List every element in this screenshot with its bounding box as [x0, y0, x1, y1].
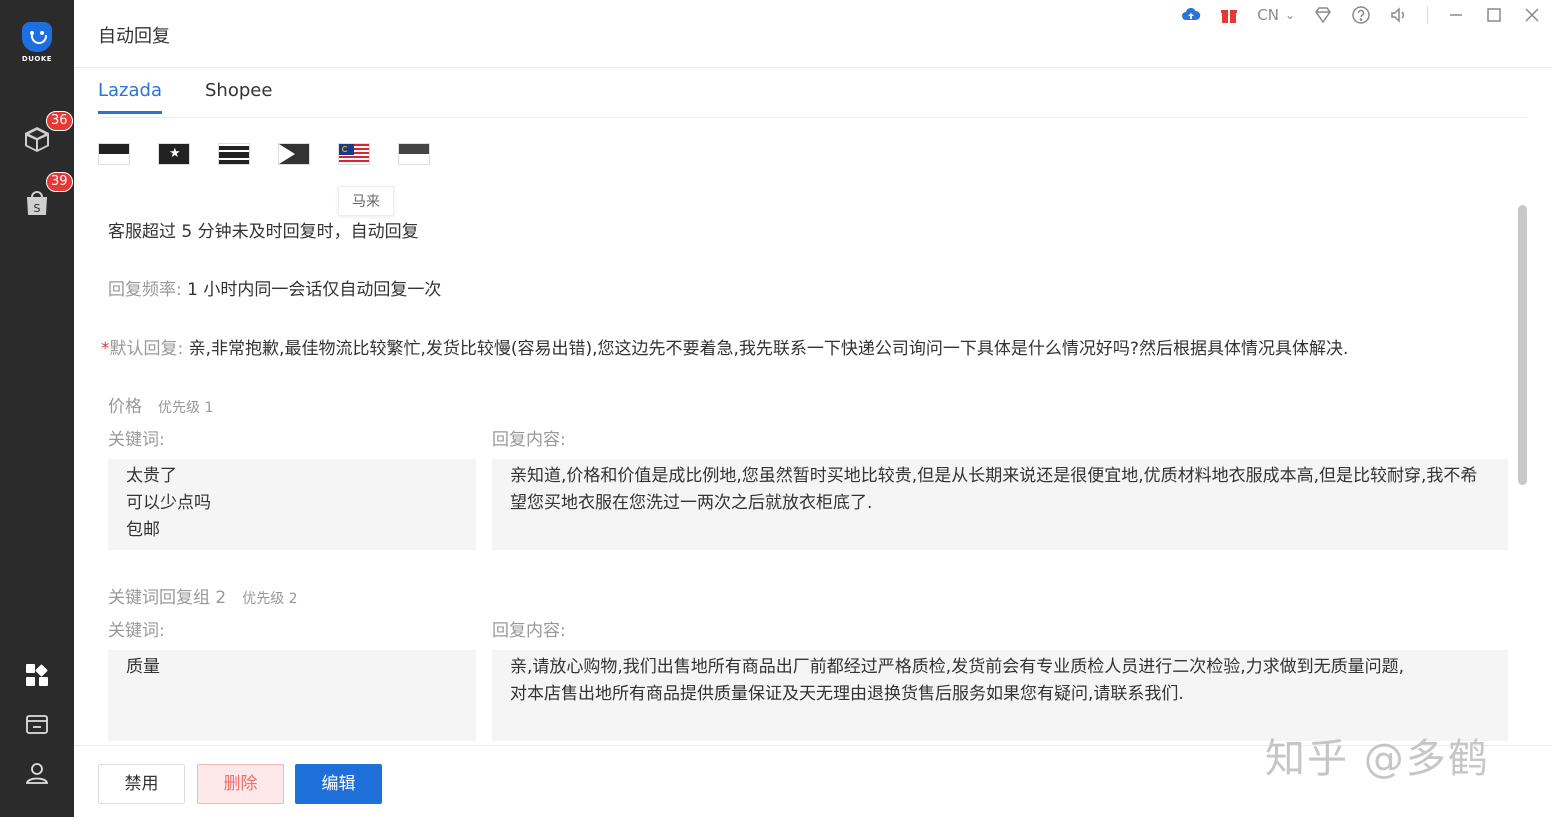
group-name: 关键词回复组 2: [108, 588, 227, 608]
group-priority: 优先级 2: [242, 591, 298, 607]
reply-frequency-value: 1 小时内同一会话仅自动回复一次: [187, 280, 442, 300]
flag-indonesia-icon[interactable]: [98, 143, 130, 165]
flag-malaysia-icon[interactable]: [338, 143, 370, 165]
help-icon[interactable]: [1351, 5, 1371, 25]
tab-shopee[interactable]: Shopee: [205, 80, 272, 111]
flag-philippines-icon[interactable]: [278, 143, 310, 165]
grid-icon[interactable]: [24, 662, 50, 688]
default-reply-label: 默认回复:: [109, 339, 184, 359]
close-icon[interactable]: [1522, 5, 1542, 25]
scrollbar[interactable]: [1518, 205, 1527, 485]
maximize-icon[interactable]: [1484, 5, 1504, 25]
window-controls: CN ⌄: [1163, 4, 1542, 26]
keywords-label: 关键词:: [108, 430, 165, 450]
gift-icon[interactable]: [1219, 5, 1239, 25]
divider: [1427, 6, 1428, 24]
flag-thailand-icon[interactable]: [218, 143, 250, 165]
keyword-item: 包邮: [126, 520, 160, 540]
required-mark: *: [101, 339, 110, 359]
group-title: 关键词回复组 2 优先级 2: [108, 583, 298, 608]
reply-content-label: 回复内容:: [492, 621, 566, 641]
shop-count-badge: 39: [46, 172, 73, 192]
app-logo[interactable]: DUOKE: [18, 22, 56, 63]
cloud-upload-icon[interactable]: [1181, 5, 1201, 25]
keywords-box: 质量: [108, 650, 476, 741]
group-priority: 优先级 1: [158, 400, 214, 416]
language-label: CN: [1257, 6, 1279, 24]
keyword-item: 可以少点吗: [126, 493, 211, 513]
watermark: 知乎 @多鹤: [1265, 736, 1490, 782]
reply-content-label: 回复内容:: [492, 430, 566, 450]
keyword-item: 质量: [126, 657, 160, 677]
reply-line: 亲,请放心购物,我们出售地所有商品出厂前都经过严格质检,发货前会有专业质检人员进…: [510, 657, 1405, 677]
default-reply: *默认回复: 亲,非常抱歉,最佳物流比较繁忙,发货比较慢(容易出错),您这边先不…: [101, 334, 1348, 359]
default-reply-value: 亲,非常抱歉,最佳物流比较繁忙,发货比较慢(容易出错),您这边先不要着急,我先联…: [188, 339, 1349, 359]
reply-frequency: 回复频率: 1 小时内同一会话仅自动回复一次: [108, 275, 441, 300]
page-title: 自动回复: [98, 26, 170, 47]
country-flags: ★: [98, 143, 458, 165]
disable-button[interactable]: 禁用: [98, 764, 185, 804]
reply-line: 对本店售出地所有商品提供质量保证及天无理由退换货售后服务如果您有疑问,请联系我们…: [510, 684, 1184, 704]
minimize-icon[interactable]: [1446, 5, 1466, 25]
tab-divider: [98, 117, 1528, 118]
keyword-item: 太贵了: [126, 466, 177, 486]
delete-button[interactable]: 删除: [197, 764, 284, 804]
tab-lazada[interactable]: Lazada: [98, 80, 162, 114]
keywords-box: 太贵了 可以少点吗 包邮: [108, 459, 476, 550]
language-selector[interactable]: CN ⌄: [1257, 6, 1295, 24]
logo-icon: [22, 22, 52, 52]
chevron-down-icon: ⌄: [1284, 8, 1295, 22]
user-icon[interactable]: [24, 760, 50, 786]
package-icon[interactable]: [22, 124, 52, 154]
group-title: 价格 优先级 1: [108, 392, 213, 417]
store-icon[interactable]: [24, 711, 50, 737]
diamond-icon[interactable]: [1313, 5, 1333, 25]
trigger-rule: 客服超过 5 分钟未及时回复时，自动回复: [108, 222, 419, 242]
flag-singapore-icon[interactable]: [398, 143, 430, 165]
svg-text:S: S: [34, 202, 41, 215]
shopping-bag-icon[interactable]: S: [22, 188, 52, 218]
reply-content-box: 亲知道,价格和价值是成比例地,您虽然暂时买地比较贵,但是从长期来说还是很便宜地,…: [492, 459, 1508, 550]
title-bar: 自动回复 CN ⌄: [74, 0, 1552, 68]
reply-frequency-label: 回复频率:: [108, 280, 182, 300]
keywords-label: 关键词:: [108, 621, 165, 641]
auto-reply-content: 客服超过 5 分钟未及时回复时，自动回复 回复频率: 1 小时内同一会话仅自动回…: [74, 200, 1514, 745]
logo-text: DUOKE: [21, 55, 53, 63]
speaker-icon[interactable]: [1389, 5, 1409, 25]
flag-vietnam-icon[interactable]: ★: [158, 143, 190, 165]
sidebar: DUOKE 36 S 39: [0, 0, 74, 817]
group-name: 价格: [108, 397, 142, 417]
package-count-badge: 36: [46, 111, 73, 131]
edit-button[interactable]: 编辑: [295, 764, 382, 804]
